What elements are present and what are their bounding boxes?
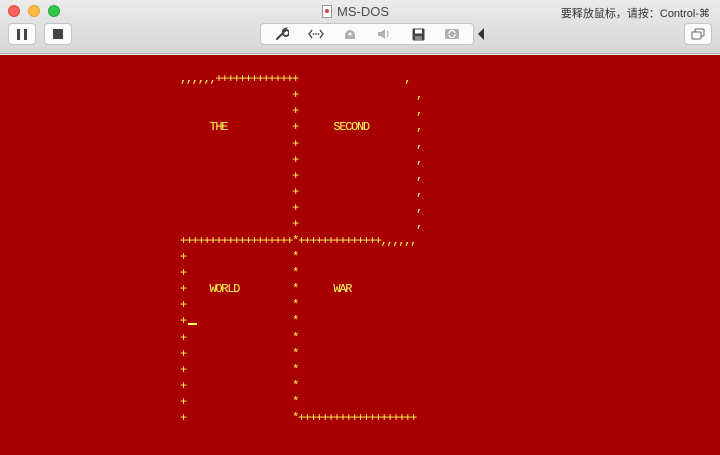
window-title: MS-DOS <box>322 3 389 19</box>
network-icon[interactable] <box>306 26 326 42</box>
dos-screen-text: ,,,,,,++++++++++++++ , + , + , THE + SEC… <box>180 72 423 426</box>
copy-window-icon <box>691 28 705 40</box>
sync-icon[interactable] <box>442 26 462 42</box>
floppy-icon[interactable] <box>408 26 428 42</box>
copy-window-button[interactable] <box>684 23 712 45</box>
stop-button[interactable] <box>44 23 72 45</box>
device-toolbar <box>260 23 474 45</box>
collapse-arrow-icon[interactable] <box>478 28 484 40</box>
sound-icon[interactable] <box>374 26 394 42</box>
close-window-button[interactable] <box>8 5 20 17</box>
wrench-icon[interactable] <box>272 26 292 42</box>
dos-screen[interactable]: ,,,,,,++++++++++++++ , + , + , THE + SEC… <box>0 55 720 455</box>
window-titlebar: MS-DOS 要释放鼠标，请按：Control-⌘ <box>0 0 720 54</box>
minimize-window-button[interactable] <box>28 5 40 17</box>
pause-icon <box>17 28 27 40</box>
release-mouse-hint: 要释放鼠标，请按：Control-⌘ <box>560 8 710 20</box>
pause-button[interactable] <box>8 23 36 45</box>
stop-icon <box>53 29 63 39</box>
document-icon <box>322 4 332 18</box>
drive-icon[interactable] <box>340 26 360 42</box>
text-cursor <box>188 323 197 325</box>
window-title-text: MS-DOS <box>337 3 389 19</box>
maximize-window-button[interactable] <box>48 5 60 17</box>
